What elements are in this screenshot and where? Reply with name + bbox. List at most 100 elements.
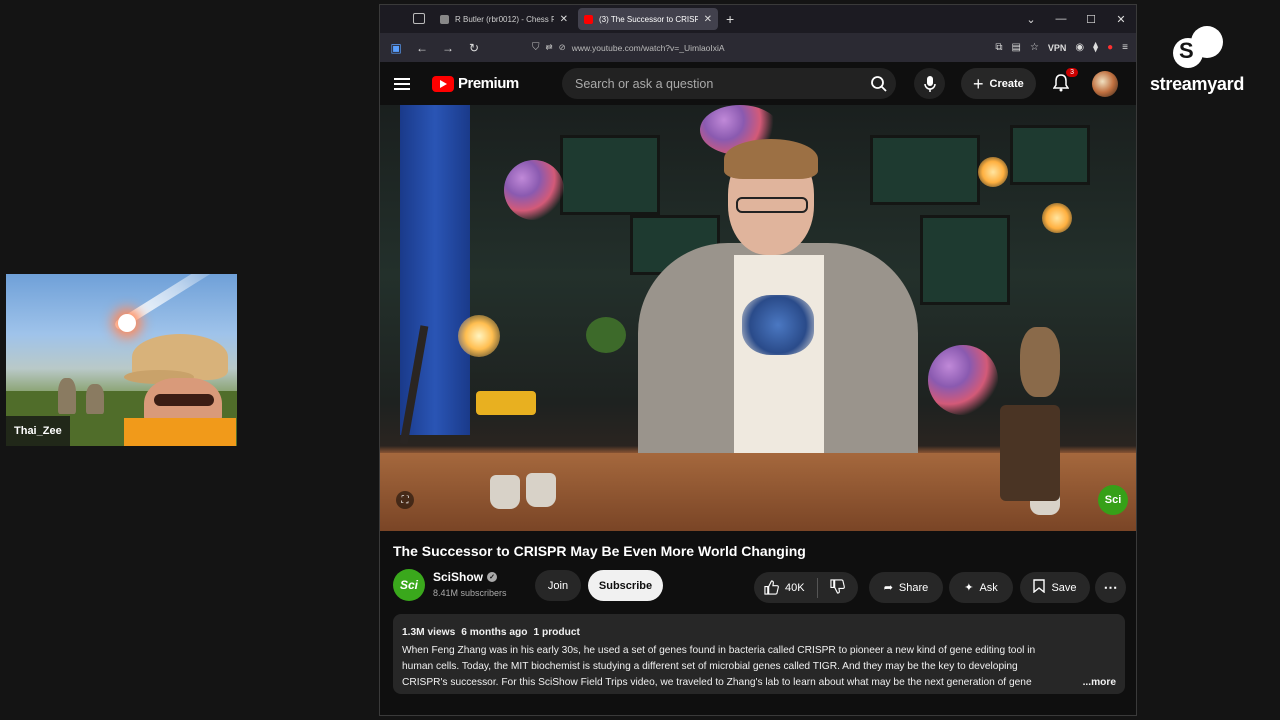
tab-bar: R Butler (rbr0012) - Chess Profile ✕ (3)… [380, 5, 1136, 33]
upload-date: 6 months ago [461, 627, 528, 638]
tab-overview-icon[interactable] [413, 13, 425, 24]
logo-wordmark: Premium [458, 75, 519, 92]
new-tab-icon[interactable]: + [726, 11, 734, 27]
minimize-icon[interactable]: — [1046, 13, 1076, 25]
plus-icon: + [973, 73, 984, 94]
product-count[interactable]: 1 product [533, 625, 579, 641]
youtube-extension-icon[interactable]: ● [1107, 42, 1113, 53]
tab-title: R Butler (rbr0012) - Chess Profile [455, 14, 554, 24]
chess-favicon-icon [440, 14, 449, 24]
save-button[interactable]: Save [1020, 572, 1090, 603]
wall-shelf [920, 215, 1010, 305]
maximize-icon[interactable]: ☐ [1076, 13, 1106, 26]
close-tab-icon[interactable]: ✕ [560, 14, 568, 25]
webcam-name-tag: Thai_Zee [6, 416, 70, 446]
youtube-premium-logo[interactable]: Premium [432, 75, 519, 92]
user-avatar[interactable] [1092, 71, 1118, 97]
create-label: Create [989, 77, 1024, 90]
dislike-button[interactable] [829, 578, 845, 597]
youtube-header: Premium Search or ask a question + Creat… [380, 62, 1136, 105]
description-stats: 1.3M views 6 months ago 1 product [402, 625, 1116, 641]
tab-youtube-video[interactable]: (3) The Successor to CRISPR May Be Even … [578, 8, 718, 30]
hanging-bulb [1042, 203, 1072, 233]
dinosaur-figure [86, 384, 104, 414]
toy-school-bus [476, 391, 536, 415]
tab-chess-profile[interactable]: R Butler (rbr0012) - Chess Profile ✕ [434, 8, 574, 30]
permissions-icon[interactable]: ⇄ [546, 42, 553, 53]
bookmark-icon [1033, 579, 1046, 596]
close-tab-icon[interactable]: ✕ [704, 14, 712, 25]
video-host [638, 139, 928, 483]
screenshot-icon[interactable]: ▤ [1011, 42, 1020, 53]
plant-pot [526, 473, 556, 507]
like-button[interactable]: 40K [764, 580, 805, 595]
streamyard-logo: S streamyard [1140, 24, 1254, 102]
stream-stage: Thai_Zee S streamyard R Butler (rbr0012)… [0, 0, 1280, 720]
reload-icon[interactable]: ↻ [466, 41, 482, 55]
voice-search-icon[interactable] [914, 68, 945, 99]
search-icon[interactable] [864, 70, 894, 97]
navigation-bar: ▣ ← → ↻ ⛉ ⇄ ⊘ www.youtube.com/watch?v=_U… [380, 33, 1136, 62]
vpn-toggle[interactable]: VPN [1048, 43, 1067, 53]
account-icon[interactable]: ◉ [1075, 42, 1084, 53]
ask-label: Ask [979, 581, 998, 594]
streamyard-wordmark: streamyard [1149, 74, 1245, 94]
streamyard-icon: S [1167, 24, 1227, 72]
shopping-bag-icon[interactable]: ⛶ [396, 491, 414, 509]
dinosaur-figure [58, 378, 76, 414]
join-button[interactable]: Join [535, 570, 581, 601]
description-line: When Feng Zhang was in his early 30s, he… [402, 645, 1036, 656]
browser-window: R Butler (rbr0012) - Chess Profile ✕ (3)… [379, 4, 1137, 716]
like-dislike-group: 40K [754, 572, 858, 603]
dried-flowers [504, 160, 564, 220]
scishow-watermark[interactable]: Sci [1098, 485, 1128, 515]
webcam-feed: Thai_Zee [6, 274, 237, 446]
thumbs-down-icon [829, 578, 845, 594]
video-player[interactable]: Sci ⛶ [380, 105, 1136, 531]
channel-name[interactable]: SciShow [433, 570, 483, 584]
forward-icon[interactable]: → [440, 41, 456, 55]
like-count: 40K [785, 581, 805, 594]
taxidermy-squirrel [1020, 327, 1060, 397]
create-button[interactable]: + Create [961, 68, 1036, 99]
description-box[interactable]: 1.3M views 6 months ago 1 product When F… [393, 614, 1125, 694]
media-blocked-icon[interactable]: ⊘ [559, 42, 566, 53]
like-divider [816, 577, 818, 598]
channel-name-wrap[interactable]: SciShow ✓ [433, 570, 498, 584]
youtube-play-icon [432, 75, 454, 92]
meteor-head [118, 314, 136, 332]
show-more-link[interactable]: ...more [1083, 675, 1116, 691]
picture-in-picture-icon[interactable]: ⧉ [995, 42, 1002, 53]
description-line: human cells. Today, the MIT biochemist i… [402, 661, 1018, 672]
hamburger-menu-icon[interactable] [394, 77, 410, 90]
video-title: The Successor to CRISPR May Be Even More… [393, 543, 806, 559]
address-bar[interactable]: ⛉ ⇄ ⊘ www.youtube.com/watch?v=_UimlaoIxi… [532, 37, 932, 59]
desk-lamp [399, 295, 500, 465]
url-text[interactable]: www.youtube.com/watch?v=_UimlaoIxiA [572, 43, 725, 53]
close-window-icon[interactable]: ✕ [1106, 13, 1136, 26]
subscriber-count: 8.41M subscribers [433, 588, 507, 598]
menu-icon[interactable]: ≡ [1122, 42, 1128, 53]
subscribe-button[interactable]: Subscribe [588, 570, 663, 601]
tracking-shield-icon[interactable]: ⛉ [532, 42, 540, 53]
tab-list-chevron-icon[interactable]: ⌄ [1016, 13, 1046, 26]
save-label: Save [1051, 581, 1077, 594]
extensions-icon[interactable]: ⧫ [1093, 42, 1098, 53]
sidebar-icon[interactable]: ▣ [388, 41, 404, 55]
channel-avatar[interactable]: Sci [393, 569, 425, 601]
share-arrow-icon: ➦ [883, 582, 893, 594]
notification-count-badge: 3 [1066, 68, 1078, 77]
wall-shelf [1010, 125, 1090, 185]
view-count: 1.3M views [402, 627, 456, 638]
toolbar-actions: ⧉ ▤ ☆ VPN ◉ ⧫ ● ≡ [995, 42, 1128, 53]
hanging-bulb [978, 157, 1008, 187]
search-placeholder: Search or ask a question [575, 76, 714, 91]
bookmark-star-icon[interactable]: ☆ [1030, 42, 1039, 53]
search-input[interactable]: Search or ask a question [562, 68, 896, 99]
share-button[interactable]: ➦ Share [869, 572, 943, 603]
sparkle-icon: ✦ [964, 582, 974, 594]
more-actions-icon[interactable]: ⋯ [1095, 572, 1126, 603]
back-icon[interactable]: ← [414, 41, 430, 55]
notifications-bell-icon[interactable]: 3 [1050, 68, 1078, 94]
ask-button[interactable]: ✦ Ask [949, 572, 1013, 603]
